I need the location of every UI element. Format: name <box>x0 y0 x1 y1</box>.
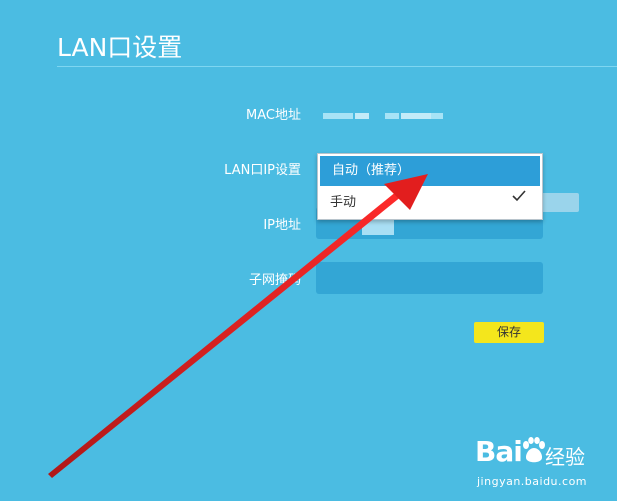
watermark-brand-suffix: 经验 <box>545 445 585 469</box>
checkmark-icon <box>512 190 526 202</box>
page-title: LAN口设置 <box>57 33 183 62</box>
subnet-mask-label: 子网掩码 <box>248 273 301 288</box>
red-arrow-annotation <box>48 174 428 478</box>
ip-address-label: IP地址 <box>263 218 301 233</box>
baidu-watermark: Bai 经验 jingyan.baidu.com <box>475 435 615 497</box>
watermark-brand: Bai <box>475 435 523 468</box>
save-button[interactable]: 保存 <box>474 322 544 343</box>
lan-ip-mode-dropdown[interactable]: 自动（推荐） 手动 <box>317 153 543 220</box>
lan-ip-setting-label: LAN口IP设置 <box>224 163 301 178</box>
mac-label: MAC地址 <box>246 108 301 123</box>
title-divider <box>57 66 617 67</box>
baidu-paw-icon <box>523 437 545 463</box>
router-settings-panel: LAN口设置 MAC地址 LAN口IP设置 IP地址 子网掩码 自动（推荐） 手… <box>0 0 617 501</box>
subnet-mask-field[interactable] <box>316 262 543 294</box>
watermark-url: jingyan.baidu.com <box>477 475 588 488</box>
dropdown-option-manual[interactable]: 手动 <box>318 188 542 218</box>
dropdown-option-auto[interactable]: 自动（推荐） <box>320 156 540 186</box>
